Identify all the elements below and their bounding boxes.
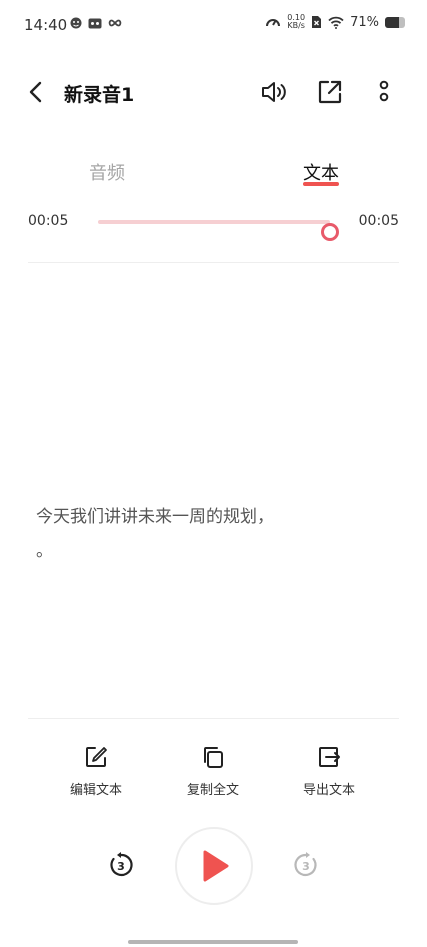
edit-text-label: 编辑文本: [69, 783, 122, 798]
no-sim-icon: [312, 16, 322, 28]
net-speed: 0.10 KB/s: [287, 14, 305, 30]
play-button[interactable]: [175, 827, 253, 905]
notification-face-icon: [70, 17, 82, 29]
tab-audio[interactable]: 音频: [89, 159, 125, 185]
battery-percent: 71%: [350, 14, 379, 30]
back-arrow-icon[interactable]: [26, 80, 46, 104]
edit-icon: [86, 747, 107, 767]
notification-infinity-icon: [108, 19, 122, 27]
transcript-line: 。: [36, 541, 53, 561]
page-title: 新录音1: [64, 84, 135, 106]
speedometer-icon: [266, 19, 281, 27]
export-icon: [319, 747, 340, 767]
progress-thumb[interactable]: [321, 223, 339, 241]
play-icon: [203, 850, 229, 882]
net-speed-unit: KB/s: [287, 21, 305, 30]
speaker-icon[interactable]: [260, 78, 288, 106]
notification-tv-icon: [88, 18, 102, 29]
forward-3s-icon[interactable]: 3: [292, 851, 320, 879]
transcript-line: 今天我们讲讲未来一周的规划，: [36, 507, 274, 527]
battery-fill: [385, 16, 400, 28]
playback-progress: 00:05 00:05: [0, 210, 427, 241]
view-tabs: 音频 文本: [0, 155, 427, 195]
notification-icons: [70, 17, 122, 29]
rewind-3s-icon[interactable]: 3: [107, 851, 135, 879]
battery-icon: [385, 16, 405, 28]
copy-all-label: 复制全文: [186, 783, 239, 798]
share-external-icon[interactable]: [316, 78, 344, 106]
top-divider: [28, 262, 399, 263]
status-right: 0.10 KB/s 71%: [265, 14, 405, 30]
export-text-button[interactable]: 导出文本: [279, 745, 379, 798]
forward-seconds: 3: [302, 860, 310, 873]
bottom-divider: [28, 718, 399, 719]
rewind-seconds: 3: [117, 860, 125, 873]
action-bar: 编辑文本 复制全文 导出文本: [0, 745, 427, 805]
total-time: 00:05: [358, 213, 399, 229]
wifi-icon: [328, 16, 344, 29]
active-tab-indicator: [303, 182, 339, 186]
status-time: 14:40: [24, 16, 68, 34]
transcript-area: 今天我们讲讲未来一周的规划， 。: [36, 500, 396, 568]
more-vertical-icon[interactable]: [370, 78, 398, 106]
copy-all-button[interactable]: 复制全文: [163, 745, 263, 798]
copy-icon: [204, 747, 223, 768]
export-text-label: 导出文本: [302, 783, 355, 798]
playback-controls: 3 3: [0, 825, 427, 905]
status-bar: 14:40 0.10 KB/s 71%: [0, 0, 427, 50]
top-bar: 新录音1: [0, 70, 427, 114]
progress-track[interactable]: [98, 220, 339, 241]
edit-text-button[interactable]: 编辑文本: [46, 745, 146, 798]
home-indicator[interactable]: [128, 940, 298, 944]
current-time: 00:05: [28, 213, 69, 229]
